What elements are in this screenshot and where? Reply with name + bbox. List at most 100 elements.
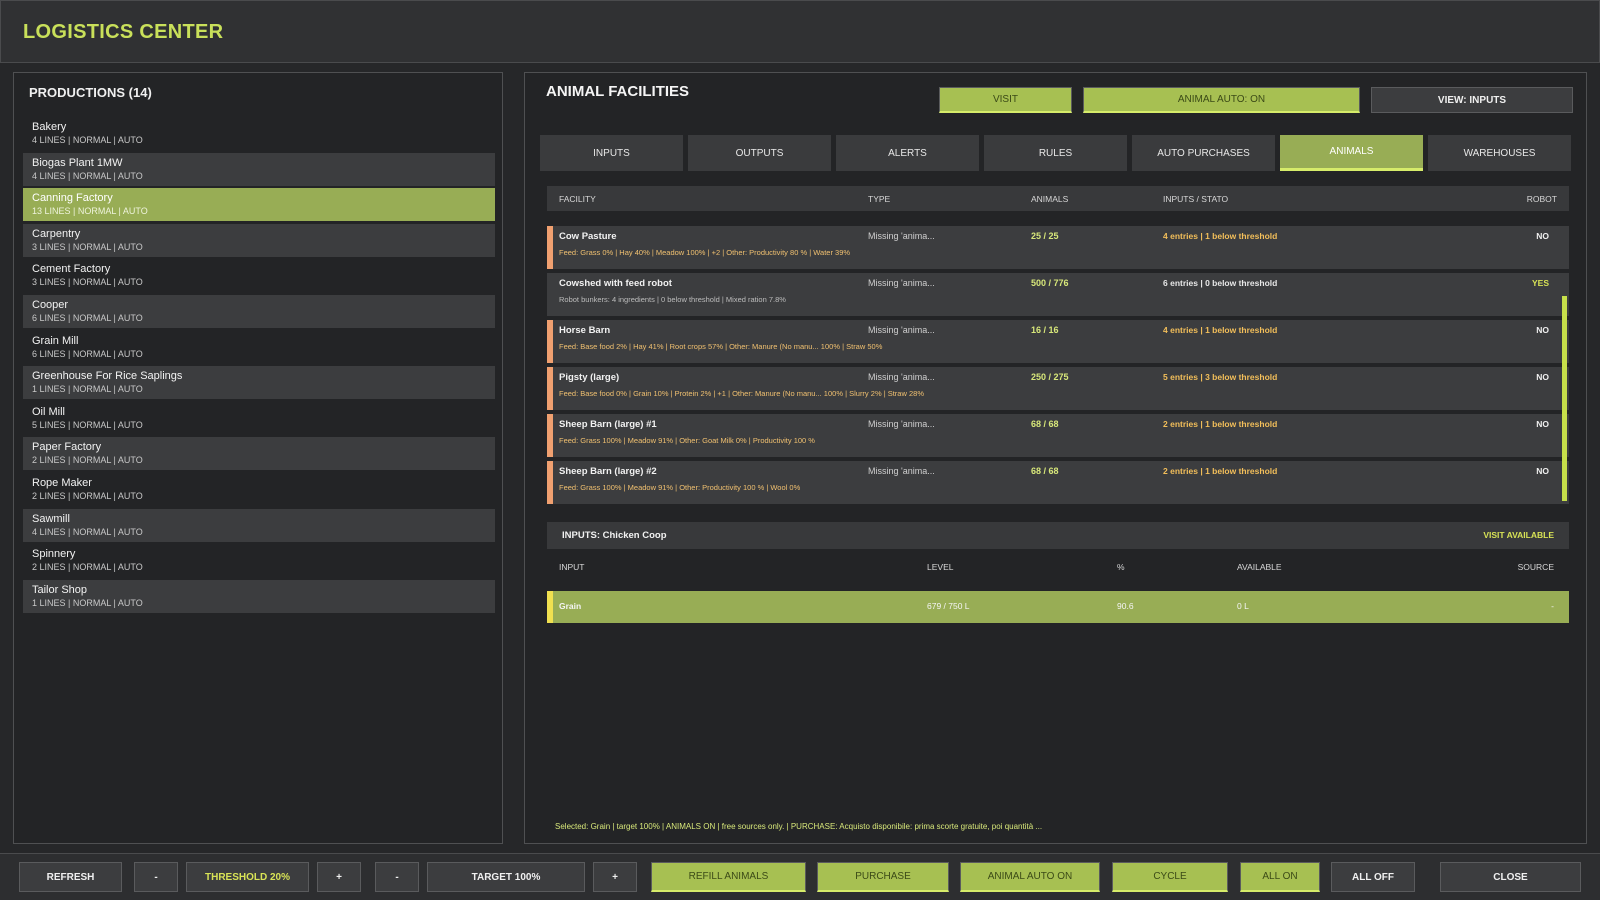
warning-stripe (547, 226, 553, 269)
input-row-grain[interactable]: Grain 679 / 750 L 90.6 0 L - (547, 591, 1569, 623)
facilities-table-header: FACILITY TYPE ANIMALS INPUTS / STATO ROB… (547, 186, 1569, 211)
facility-name: Cowshed with feed robot (559, 278, 672, 289)
production-name: Canning Factory (32, 192, 113, 205)
facility-type: Missing 'anima... (868, 419, 935, 429)
production-item-greenhouse[interactable]: Greenhouse For Rice Saplings 1 LINES | NO… (23, 366, 495, 400)
purchase-button[interactable]: PURCHASE (817, 862, 949, 892)
visit-button[interactable]: VISIT (939, 87, 1072, 113)
tab-animals[interactable]: ANIMALS (1280, 135, 1423, 171)
production-info: 2 LINES | NORMAL | AUTO (32, 490, 143, 501)
table-row[interactable]: Cowshed with feed robot Missing 'anima..… (547, 273, 1569, 316)
production-info: 6 LINES | NORMAL | AUTO (32, 348, 143, 359)
facility-animals: 68 / 68 (1031, 466, 1059, 476)
facility-type: Missing 'anima... (868, 372, 935, 382)
production-item-paper-factory[interactable]: Paper Factory 2 LINES | NORMAL | AUTO (23, 437, 495, 471)
target-decrease-button[interactable]: - (375, 862, 419, 892)
selected-stripe (547, 591, 553, 623)
input-level: 679 / 750 L (927, 601, 970, 611)
production-item-oil-mill[interactable]: Oil Mill 5 LINES | NORMAL | AUTO (23, 401, 495, 435)
table-row[interactable]: Horse Barn Missing 'anima... 16 / 16 4 e… (547, 320, 1569, 363)
production-info: 1 LINES | NORMAL | AUTO (32, 384, 143, 395)
target-display: TARGET 100% (427, 862, 585, 892)
facilities-title: ANIMAL FACILITIES (546, 83, 690, 100)
production-item-bakery[interactable]: Bakery 4 LINES | NORMAL | AUTO (23, 117, 495, 150)
tab-rules[interactable]: RULES (984, 135, 1127, 171)
warning-stripe (547, 320, 553, 363)
facility-animals: 68 / 68 (1031, 419, 1059, 429)
inputs-section-title: INPUTS: Chicken Coop (562, 530, 667, 541)
facility-name: Horse Barn (559, 325, 611, 336)
facility-name: Pigsty (large) (559, 372, 620, 383)
column-robot: ROBOT (1526, 194, 1557, 204)
production-name: Carpentry (32, 227, 81, 240)
tab-outputs[interactable]: OUTPUTS (688, 135, 831, 171)
production-name: Grain Mill (32, 334, 79, 347)
production-info: 1 LINES | NORMAL | AUTO (32, 597, 143, 608)
warning-stripe (547, 461, 553, 504)
production-item-spinnery[interactable]: Spinnery 2 LINES | NORMAL | AUTO (23, 544, 495, 578)
production-item-rope-maker[interactable]: Rope Maker 2 LINES | NORMAL | AUTO (23, 472, 495, 506)
inputs-section-header: INPUTS: Chicken Coop VISIT AVAILABLE (547, 522, 1569, 549)
facility-robot: NO (1536, 325, 1549, 335)
facility-detail: Feed: Base food 2% | Hay 41% | Root crop… (559, 342, 883, 351)
tab-alerts[interactable]: ALERTS (836, 135, 979, 171)
tab-auto-purchases[interactable]: AUTO PURCHASES (1132, 135, 1275, 171)
production-info: 3 LINES | NORMAL | AUTO (32, 241, 143, 252)
production-name: Biogas Plant 1MW (32, 156, 123, 169)
animal-facilities-panel: ANIMAL FACILITIES VISIT ANIMAL AUTO: ON … (524, 72, 1587, 844)
column-available: AVAILABLE (1237, 562, 1282, 572)
view-mode-button[interactable]: VIEW: INPUTS (1371, 87, 1573, 113)
table-row[interactable]: Sheep Barn (large) #1 Missing 'anima... … (547, 414, 1569, 457)
refresh-button[interactable]: REFRESH (19, 862, 122, 892)
facility-detail: Feed: Grass 100% | Meadow 91% | Other: P… (559, 483, 801, 492)
bottom-toolbar: REFRESH - THRESHOLD 20% + - TARGET 100% … (0, 853, 1600, 900)
visit-available-link[interactable]: VISIT AVAILABLE (1483, 530, 1554, 540)
input-source: - (1551, 601, 1554, 611)
table-row[interactable]: Pigsty (large) Missing 'anima... 250 / 2… (547, 367, 1569, 410)
production-name: Spinnery (32, 548, 76, 561)
threshold-increase-button[interactable]: + (317, 862, 361, 892)
animal-auto-on-button[interactable]: ANIMAL AUTO ON (960, 862, 1100, 892)
production-item-canning-factory[interactable]: Canning Factory 13 LINES | NORMAL | AUTO (23, 188, 495, 222)
production-item-cement-factory[interactable]: Cement Factory 3 LINES | NORMAL | AUTO (23, 259, 495, 293)
production-info: 2 LINES | NORMAL | AUTO (32, 455, 143, 466)
production-info: 4 LINES | NORMAL | AUTO (32, 170, 143, 181)
input-available: 0 L (1237, 601, 1249, 611)
facility-name: Sheep Barn (large) #2 (559, 466, 657, 477)
column-percent: % (1117, 562, 1125, 572)
productions-panel: PRODUCTIONS (14) Bakery 4 LINES | NORMAL … (13, 72, 503, 844)
all-off-button[interactable]: ALL OFF (1331, 862, 1415, 892)
target-increase-button[interactable]: + (593, 862, 637, 892)
production-item-carpentry[interactable]: Carpentry 3 LINES | NORMAL | AUTO (23, 223, 495, 257)
production-name: Tailor Shop (32, 583, 88, 596)
inputs-table-header: INPUT LEVEL % AVAILABLE SOURCE (547, 559, 1569, 579)
animal-auto-toggle[interactable]: ANIMAL AUTO: ON (1083, 87, 1360, 113)
production-item-tailor-shop[interactable]: Tailor Shop 1 LINES | NORMAL | AUTO (23, 579, 495, 613)
production-name: Greenhouse For Rice Saplings (32, 370, 183, 383)
production-name: Cooper (32, 298, 69, 311)
facility-inputs: 2 entries | 1 below threshold (1163, 419, 1278, 429)
tab-warehouses[interactable]: WAREHOUSES (1428, 135, 1571, 171)
close-button[interactable]: CLOSE (1440, 862, 1581, 892)
production-item-grain-mill[interactable]: Grain Mill 6 LINES | NORMAL | AUTO (23, 330, 495, 364)
cycle-button[interactable]: CYCLE (1112, 862, 1228, 892)
facilities-table-body: Cow Pasture Missing 'anima... 25 / 25 4 … (547, 226, 1569, 508)
table-row[interactable]: Sheep Barn (large) #2 Missing 'anima... … (547, 461, 1569, 504)
production-item-sawmill[interactable]: Sawmill 4 LINES | NORMAL | AUTO (23, 508, 495, 542)
facility-inputs: 6 entries | 0 below threshold (1163, 278, 1278, 288)
title-bar: LOGISTICS CENTER (0, 0, 1600, 63)
facility-animals: 25 / 25 (1031, 231, 1059, 241)
all-on-button[interactable]: ALL ON (1240, 862, 1320, 892)
input-name: Grain (559, 601, 582, 611)
facility-inputs: 2 entries | 1 below threshold (1163, 466, 1278, 476)
production-item-cooper[interactable]: Cooper 6 LINES | NORMAL | AUTO (23, 294, 495, 328)
production-item-biogas-plant[interactable]: Biogas Plant 1MW 4 LINES | NORMAL | AUTO (23, 152, 495, 186)
facility-robot: NO (1536, 466, 1549, 476)
facilities-scrollbar[interactable] (1562, 296, 1567, 501)
tab-inputs[interactable]: INPUTS (540, 135, 683, 171)
facility-detail: Feed: Grass 100% | Meadow 91% | Other: G… (559, 436, 815, 445)
threshold-decrease-button[interactable]: - (134, 862, 178, 892)
table-row[interactable]: Cow Pasture Missing 'anima... 25 / 25 4 … (547, 226, 1569, 269)
refill-animals-button[interactable]: REFILL ANIMALS (651, 862, 806, 892)
facility-name: Cow Pasture (559, 231, 617, 242)
